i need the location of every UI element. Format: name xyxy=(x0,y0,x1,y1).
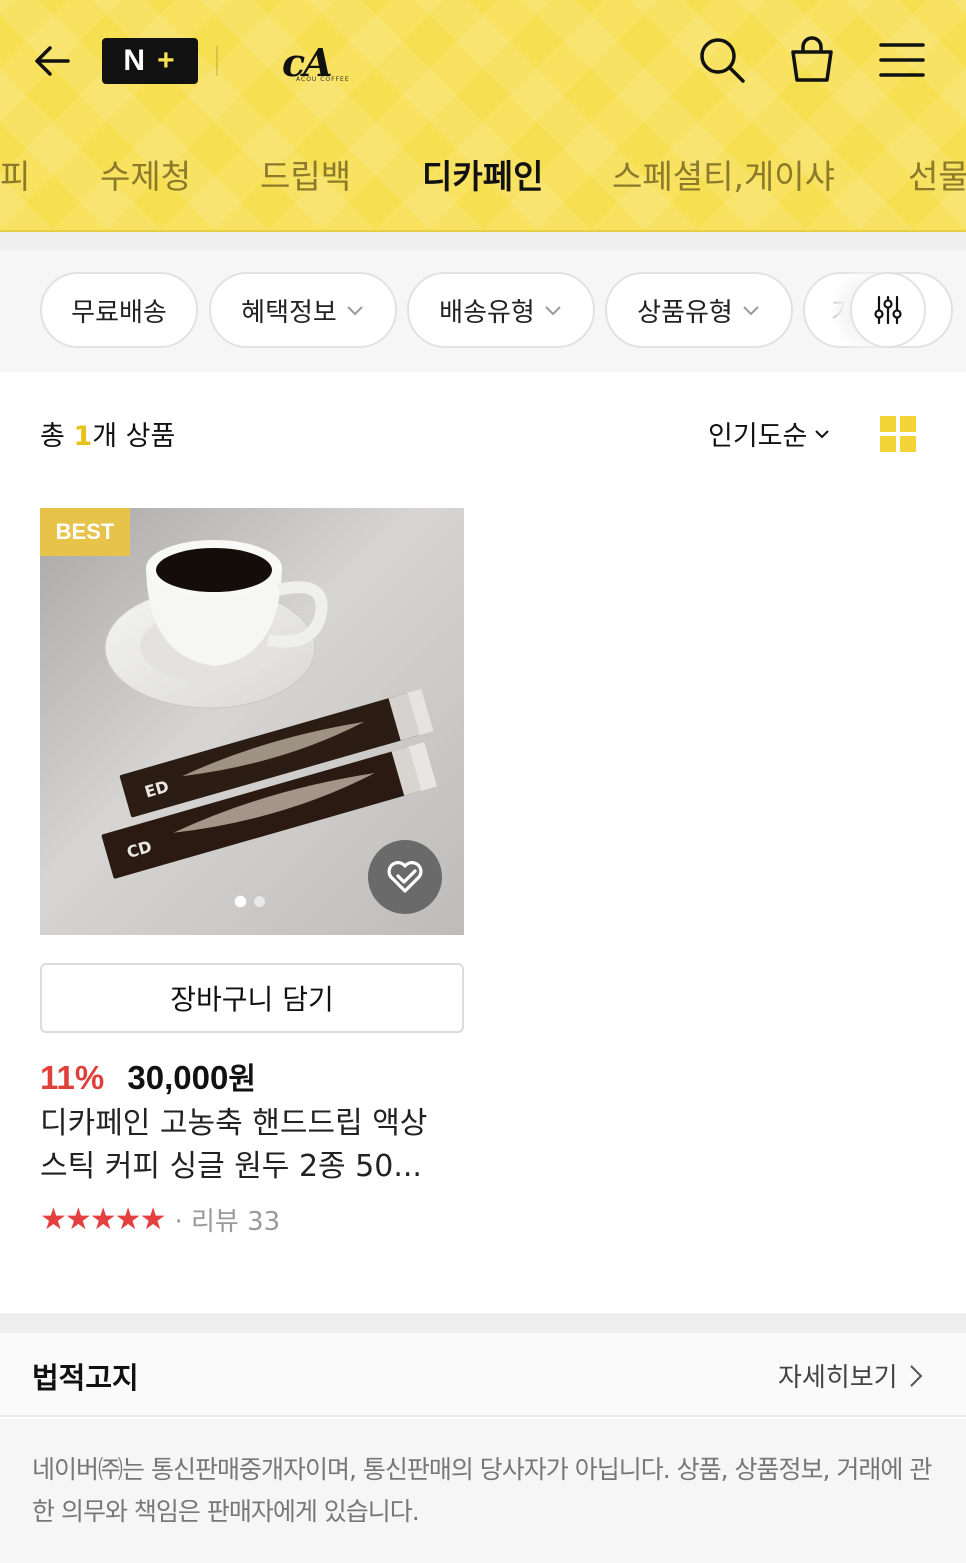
header-divider xyxy=(216,46,218,76)
filter-sliders-icon xyxy=(874,295,902,325)
discount-rate: 11% xyxy=(40,1059,105,1096)
sort-label: 인기도순 xyxy=(708,421,808,452)
section-separator xyxy=(0,1313,966,1333)
brand-logo-subtext: ACOU COFFEE xyxy=(296,76,350,83)
hamburger-menu-icon xyxy=(879,43,925,77)
shopping-bag-icon xyxy=(791,36,833,82)
chevron-down-icon xyxy=(815,429,830,438)
search-icon xyxy=(700,38,745,83)
rating-stars: ★★★★★ xyxy=(40,1202,166,1237)
sort-dropdown[interactable]: 인기도순 xyxy=(708,414,831,453)
product-title[interactable]: 디카페인 고농축 핸드드립 액상 스틱 커피 싱글 원두 2종 50... xyxy=(40,1102,464,1188)
legal-notice-title: 법적고지 xyxy=(32,1361,139,1395)
tab-drip-bag[interactable]: 드립백 xyxy=(260,150,351,198)
price-currency: 원 xyxy=(228,1062,256,1097)
grid-view-toggle[interactable] xyxy=(880,416,916,452)
product-count-suffix: 개 상품 xyxy=(92,421,176,452)
legal-details-label: 자세히보기 xyxy=(778,1363,898,1393)
chevron-right-icon xyxy=(909,1364,923,1387)
filter-chip-label: 상품유형 xyxy=(637,297,733,328)
chevron-down-icon xyxy=(545,306,561,316)
chevron-down-icon xyxy=(347,306,363,316)
price-amount: 30,000 xyxy=(127,1059,229,1096)
nplus-plus: + xyxy=(157,44,177,77)
naver-plus-logo[interactable]: N + xyxy=(102,38,198,84)
image-carousel-dots xyxy=(234,895,266,908)
filter-chip-delivery-type[interactable]: 배송유형 xyxy=(407,272,595,348)
back-button[interactable] xyxy=(28,36,78,86)
heart-check-icon xyxy=(387,861,423,893)
tab-decaf[interactable]: 디카페인 xyxy=(422,150,543,198)
category-tabs: 피 수제청 드립백 디카페인 스페셜티,게이샤 선물 xyxy=(0,140,966,212)
product-count-prefix: 총 xyxy=(40,421,74,452)
tab-category-partial[interactable]: 피 xyxy=(0,150,30,198)
review-count[interactable]: · 리뷰 33 xyxy=(174,1201,280,1238)
price-row: 11% 30,000원 xyxy=(40,1054,256,1098)
tab-syrup[interactable]: 수제청 xyxy=(100,150,191,198)
product-count: 총 1개 상품 xyxy=(40,414,175,453)
tab-specialty-geisha[interactable]: 스페셜티,게이샤 xyxy=(612,150,835,198)
carousel-dot[interactable] xyxy=(253,895,266,908)
filter-chip-free-shipping[interactable]: 무료배송 xyxy=(40,272,198,348)
chevron-down-icon xyxy=(743,306,759,316)
section-separator xyxy=(0,232,966,250)
filter-chip-label: 배송유형 xyxy=(439,297,535,328)
filter-bar: 무료배송 혜택정보 배송유형 상품유형 가 xyxy=(0,250,966,372)
store-header: N + cA ACOU COFFEE 피 수제청 드립백 디카페인 스페셜티,게이… xyxy=(0,0,966,232)
cart-button[interactable] xyxy=(786,34,838,86)
wishlist-button[interactable] xyxy=(368,840,442,914)
rating-row: ★★★★★ · 리뷰 33 xyxy=(40,1201,280,1238)
carousel-dot-active[interactable] xyxy=(234,895,247,908)
add-to-cart-button[interactable]: 장바구니 담기 xyxy=(40,963,464,1033)
product-count-number: 1 xyxy=(73,421,93,452)
best-badge: BEST xyxy=(40,508,130,556)
legal-notice-header: 법적고지 자세히보기 xyxy=(0,1333,966,1417)
brand-logo[interactable]: cA ACOU COFFEE xyxy=(282,34,352,86)
legal-details-link[interactable]: 자세히보기 xyxy=(778,1357,924,1394)
back-arrow-icon xyxy=(35,46,70,76)
filter-chip-label: 혜택정보 xyxy=(241,297,337,328)
grid-view-icon xyxy=(880,416,916,452)
nplus-n: N xyxy=(123,44,148,77)
menu-button[interactable] xyxy=(876,34,928,86)
search-button[interactable] xyxy=(696,34,748,86)
tab-gift[interactable]: 선물 xyxy=(908,150,966,198)
filter-chip-benefits[interactable]: 혜택정보 xyxy=(209,272,397,348)
sale-price: 30,000원 xyxy=(127,1059,256,1097)
legal-notice-text: 네이버㈜는 통신판매중개자이며, 통신판매의 당사자가 아닙니다. 상품, 상품… xyxy=(32,1455,932,1526)
filter-chip-label: 무료배송 xyxy=(71,297,167,328)
legal-notice-body: 네이버㈜는 통신판매중개자이며, 통신판매의 당사자가 아닙니다. 상품, 상품… xyxy=(0,1419,966,1563)
filter-chip-product-type[interactable]: 상품유형 xyxy=(605,272,793,348)
filter-settings-button[interactable] xyxy=(850,272,926,348)
